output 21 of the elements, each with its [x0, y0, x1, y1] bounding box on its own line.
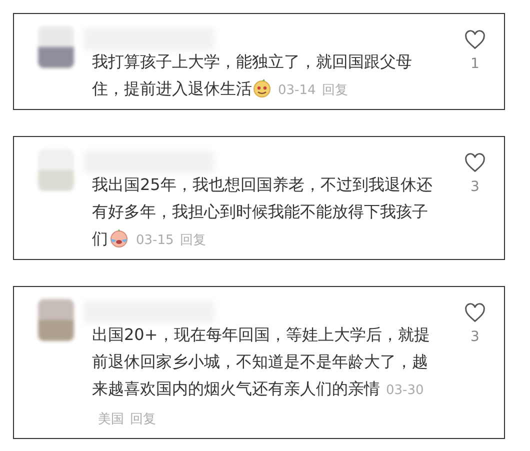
like-count: 3 — [470, 329, 480, 345]
heart-icon[interactable] — [464, 30, 486, 50]
reply-link[interactable]: 回复 — [322, 83, 348, 98]
avatar — [38, 149, 74, 191]
comment-date: 03-15 — [136, 233, 174, 248]
comment-date: 03-30 — [386, 383, 424, 398]
avatar — [38, 26, 74, 68]
heart-icon[interactable] — [464, 153, 486, 173]
reply-link[interactable]: 回复 — [130, 412, 156, 427]
comment-text: 出国20+，现在每年回国，等娃上大学后，就提前退休回家乡小城，不知道是不是年龄大了，越来越喜欢国内的烟火气还有亲人们的亲情 03-30 美国 回复 — [92, 324, 431, 429]
heart-icon[interactable] — [464, 303, 486, 323]
comment-date: 03-14 — [278, 83, 316, 98]
comment-text: 我打算孩子上大学，能独立了，就回国跟父母住，提前进入退休生活 03-14 回复 — [92, 51, 413, 100]
like-count: 1 — [470, 56, 480, 72]
laughing-face-icon — [252, 78, 272, 98]
comment-location: 美国 — [98, 412, 124, 427]
crying-face-icon — [108, 228, 130, 248]
avatar — [38, 299, 74, 341]
like-count: 3 — [470, 179, 480, 195]
comment-text: 我出国25年，我也想回国养老，不过到我退休还有好多年，我担心到时候我能不能放得下我孩子们 03-15 回复 — [92, 174, 434, 250]
reply-link[interactable]: 回复 — [180, 233, 206, 248]
